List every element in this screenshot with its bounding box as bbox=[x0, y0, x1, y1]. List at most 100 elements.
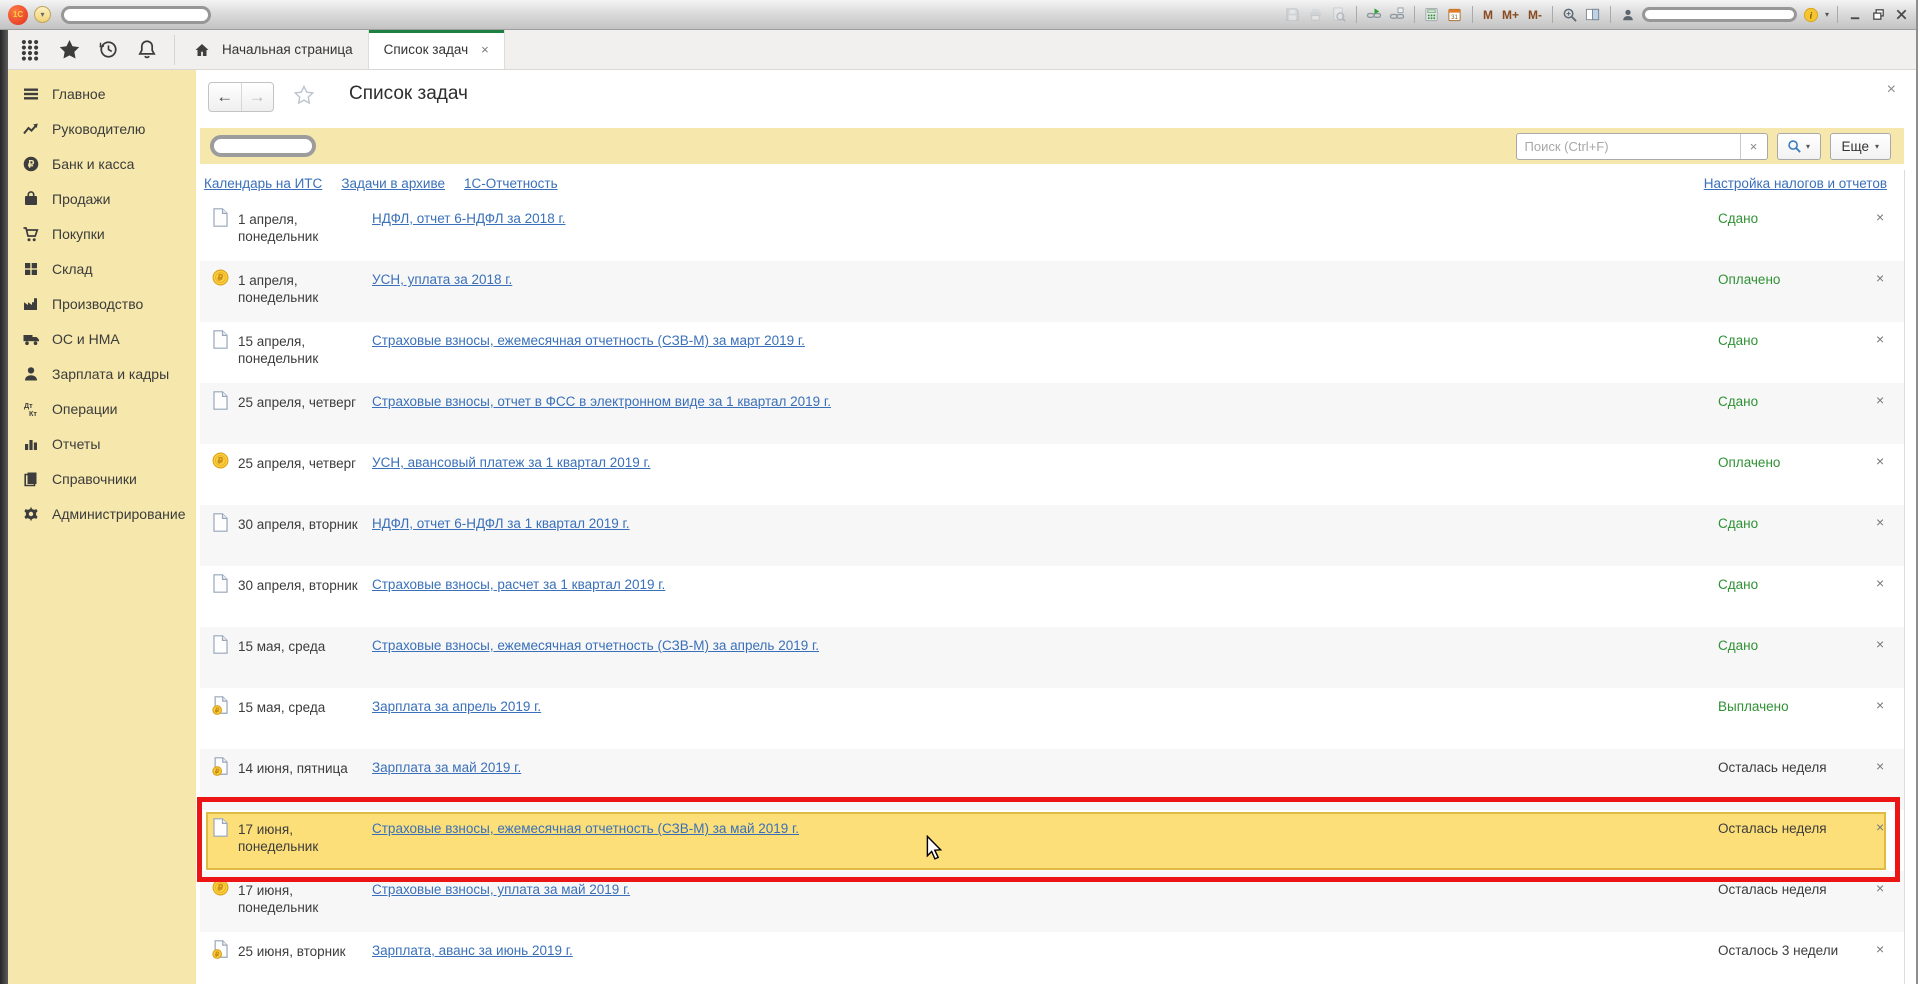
task-dismiss-icon[interactable]: × bbox=[1876, 880, 1884, 896]
link-its-calendar[interactable]: Календарь на ИТС bbox=[204, 176, 322, 191]
sidebar-item-3[interactable]: Продажи bbox=[8, 181, 196, 216]
favorites-star-icon[interactable] bbox=[57, 38, 81, 62]
save-icon[interactable] bbox=[1284, 6, 1302, 24]
history-icon[interactable] bbox=[96, 38, 120, 62]
search-button[interactable]: ▾ bbox=[1777, 133, 1821, 160]
sidebar-item-12[interactable]: Администрирование bbox=[8, 496, 196, 531]
more-button[interactable]: Еще ▾ bbox=[1830, 133, 1891, 160]
task-row[interactable]: 30 апреля, вторникНДФЛ, отчет 6-НДФЛ за … bbox=[200, 505, 1904, 566]
task-row[interactable]: ₽14 июня, пятницаЗарплата за май 2019 г.… bbox=[200, 749, 1904, 810]
sidebar-item-2[interactable]: ₽Банк и касса bbox=[8, 146, 196, 181]
task-dismiss-icon[interactable]: × bbox=[1876, 331, 1884, 347]
task-dismiss-icon[interactable]: × bbox=[1876, 819, 1884, 835]
task-dismiss-icon[interactable]: × bbox=[1876, 941, 1884, 957]
task-link[interactable]: Страховые взносы, уплата за май 2019 г. bbox=[372, 882, 630, 897]
task-date: 1 апреля, понедельник bbox=[238, 211, 370, 245]
task-date: 15 апреля, понедельник bbox=[238, 333, 370, 367]
memory-button-m+[interactable]: M+ bbox=[1500, 8, 1521, 22]
task-link[interactable]: Страховые взносы, ежемесячная отчетность… bbox=[372, 638, 819, 653]
memory-button-m[interactable]: M bbox=[1481, 8, 1495, 22]
task-row[interactable]: 25 апреля, четвергСтраховые взносы, отче… bbox=[200, 383, 1904, 444]
task-row[interactable]: 1 апреля, понедельникНДФЛ, отчет 6-НДФЛ … bbox=[200, 200, 1904, 261]
task-link[interactable]: УСН, авансовый платеж за 1 квартал 2019 … bbox=[372, 455, 651, 470]
sidebar-item-label: Зарплата и кадры bbox=[52, 366, 169, 382]
task-dismiss-icon[interactable]: × bbox=[1876, 758, 1884, 774]
task-dismiss-icon[interactable]: × bbox=[1876, 270, 1884, 286]
sidebar-item-8[interactable]: Зарплата и кадры bbox=[8, 356, 196, 391]
sidebar-item-1[interactable]: Руководителю bbox=[8, 111, 196, 146]
task-row[interactable]: 15 апреля, понедельникСтраховые взносы, … bbox=[200, 322, 1904, 383]
forward-button[interactable]: → bbox=[242, 83, 274, 111]
task-dismiss-icon[interactable]: × bbox=[1876, 575, 1884, 591]
task-link[interactable]: НДФЛ, отчет 6-НДФЛ за 2018 г. bbox=[372, 211, 565, 226]
task-row[interactable]: ₽17 июня, понедельникСтраховые взносы, у… bbox=[200, 871, 1904, 932]
apps-grid-icon[interactable] bbox=[18, 38, 42, 62]
split-window-icon[interactable] bbox=[1584, 6, 1602, 24]
sidebar-item-10[interactable]: Отчеты bbox=[8, 426, 196, 461]
favorite-star-icon[interactable] bbox=[293, 84, 315, 111]
close-icon[interactable] bbox=[1892, 6, 1910, 24]
get-link-icon[interactable] bbox=[1388, 6, 1406, 24]
task-row[interactable]: 30 апреля, вторникСтраховые взносы, расч… bbox=[200, 566, 1904, 627]
task-dismiss-icon[interactable]: × bbox=[1876, 697, 1884, 713]
task-dismiss-icon[interactable]: × bbox=[1876, 514, 1884, 530]
sidebar-item-11[interactable]: Справочники bbox=[8, 461, 196, 496]
minimize-icon[interactable] bbox=[1846, 6, 1864, 24]
task-dismiss-icon[interactable]: × bbox=[1876, 636, 1884, 652]
task-dismiss-icon[interactable]: × bbox=[1876, 453, 1884, 469]
sidebar-item-6[interactable]: Производство bbox=[8, 286, 196, 321]
task-link[interactable]: Зарплата за апрель 2019 г. bbox=[372, 699, 541, 714]
sidebar-item-4[interactable]: Покупки bbox=[8, 216, 196, 251]
task-link[interactable]: Зарплата, аванс за июнь 2019 г. bbox=[372, 943, 573, 958]
task-row[interactable]: ₽15 мая, средаЗарплата за апрель 2019 г.… bbox=[200, 688, 1904, 749]
print-icon[interactable] bbox=[1307, 6, 1325, 24]
task-link[interactable]: Страховые взносы, расчет за 1 квартал 20… bbox=[372, 577, 665, 592]
restore-icon[interactable] bbox=[1869, 6, 1887, 24]
memory-button-m-[interactable]: M- bbox=[1526, 8, 1544, 22]
tab-close-icon[interactable]: × bbox=[481, 42, 489, 57]
organization-redacted-pill bbox=[210, 135, 316, 157]
task-row[interactable]: ₽1 апреля, понедельникУСН, уплата за 201… bbox=[200, 261, 1904, 322]
search-clear-icon[interactable]: × bbox=[1740, 134, 1767, 159]
tab-home[interactable]: Начальная страница bbox=[175, 30, 369, 69]
form-close-icon[interactable]: × bbox=[1887, 81, 1896, 99]
task-row[interactable]: ₽25 апреля, четвергУСН, авансовый платеж… bbox=[200, 444, 1904, 505]
task-link[interactable]: Страховые взносы, отчет в ФСС в электрон… bbox=[372, 394, 831, 409]
1c-logo-icon: 1С bbox=[8, 5, 28, 25]
sidebar-item-7[interactable]: ОС и НМА bbox=[8, 321, 196, 356]
task-link[interactable]: УСН, уплата за 2018 г. bbox=[372, 272, 512, 287]
window-titlebar: 1С ▾ 31 M M+ M-i ▾ bbox=[0, 0, 1918, 30]
toolbar-separator bbox=[1414, 6, 1415, 23]
sidebar-item-label: Продажи bbox=[52, 191, 110, 207]
task-dismiss-icon[interactable]: × bbox=[1876, 392, 1884, 408]
search-input[interactable] bbox=[1517, 134, 1740, 159]
task-dismiss-icon[interactable]: × bbox=[1876, 209, 1884, 225]
task-link[interactable]: Зарплата за май 2019 г. bbox=[372, 760, 521, 775]
sidebar-item-5[interactable]: Склад bbox=[8, 251, 196, 286]
info-icon[interactable]: i bbox=[1802, 6, 1820, 24]
task-link[interactable]: НДФЛ, отчет 6-НДФЛ за 1 квартал 2019 г. bbox=[372, 516, 630, 531]
chevron-down-icon[interactable]: ▾ bbox=[1825, 10, 1829, 19]
calculator-icon[interactable] bbox=[1423, 6, 1441, 24]
user-icon[interactable] bbox=[1619, 6, 1637, 24]
tab-task-list[interactable]: Список задач × bbox=[369, 30, 505, 69]
go-to-link-icon[interactable] bbox=[1365, 6, 1383, 24]
main-menu-dropdown-icon[interactable]: ▾ bbox=[34, 6, 51, 23]
task-row[interactable]: 15 мая, средаСтраховые взносы, ежемесячн… bbox=[200, 627, 1904, 688]
notifications-bell-icon[interactable] bbox=[135, 38, 159, 62]
link-tax-settings[interactable]: Настройка налогов и отчетов bbox=[1704, 176, 1887, 191]
calendar-icon[interactable]: 31 bbox=[1446, 6, 1464, 24]
back-button[interactable]: ← bbox=[209, 83, 242, 111]
task-link[interactable]: Страховые взносы, ежемесячная отчетность… bbox=[372, 821, 799, 836]
document-coin-icon: ₽ bbox=[212, 940, 229, 964]
link-archived-tasks[interactable]: Задачи в архиве bbox=[341, 176, 445, 191]
search-icon bbox=[1787, 139, 1802, 154]
print-preview-icon[interactable] bbox=[1330, 6, 1348, 24]
link-1c-reporting[interactable]: 1С-Отчетность bbox=[464, 176, 558, 191]
zoom-in-icon[interactable] bbox=[1561, 6, 1579, 24]
sidebar-item-0[interactable]: Главное bbox=[8, 76, 196, 111]
sidebar-item-9[interactable]: ДтКтОперации bbox=[8, 391, 196, 426]
svg-text:31: 31 bbox=[1452, 14, 1459, 21]
task-row-selected[interactable]: 17 июня, понедельникСтраховые взносы, еж… bbox=[200, 810, 1904, 871]
task-link[interactable]: Страховые взносы, ежемесячная отчетность… bbox=[372, 333, 805, 348]
